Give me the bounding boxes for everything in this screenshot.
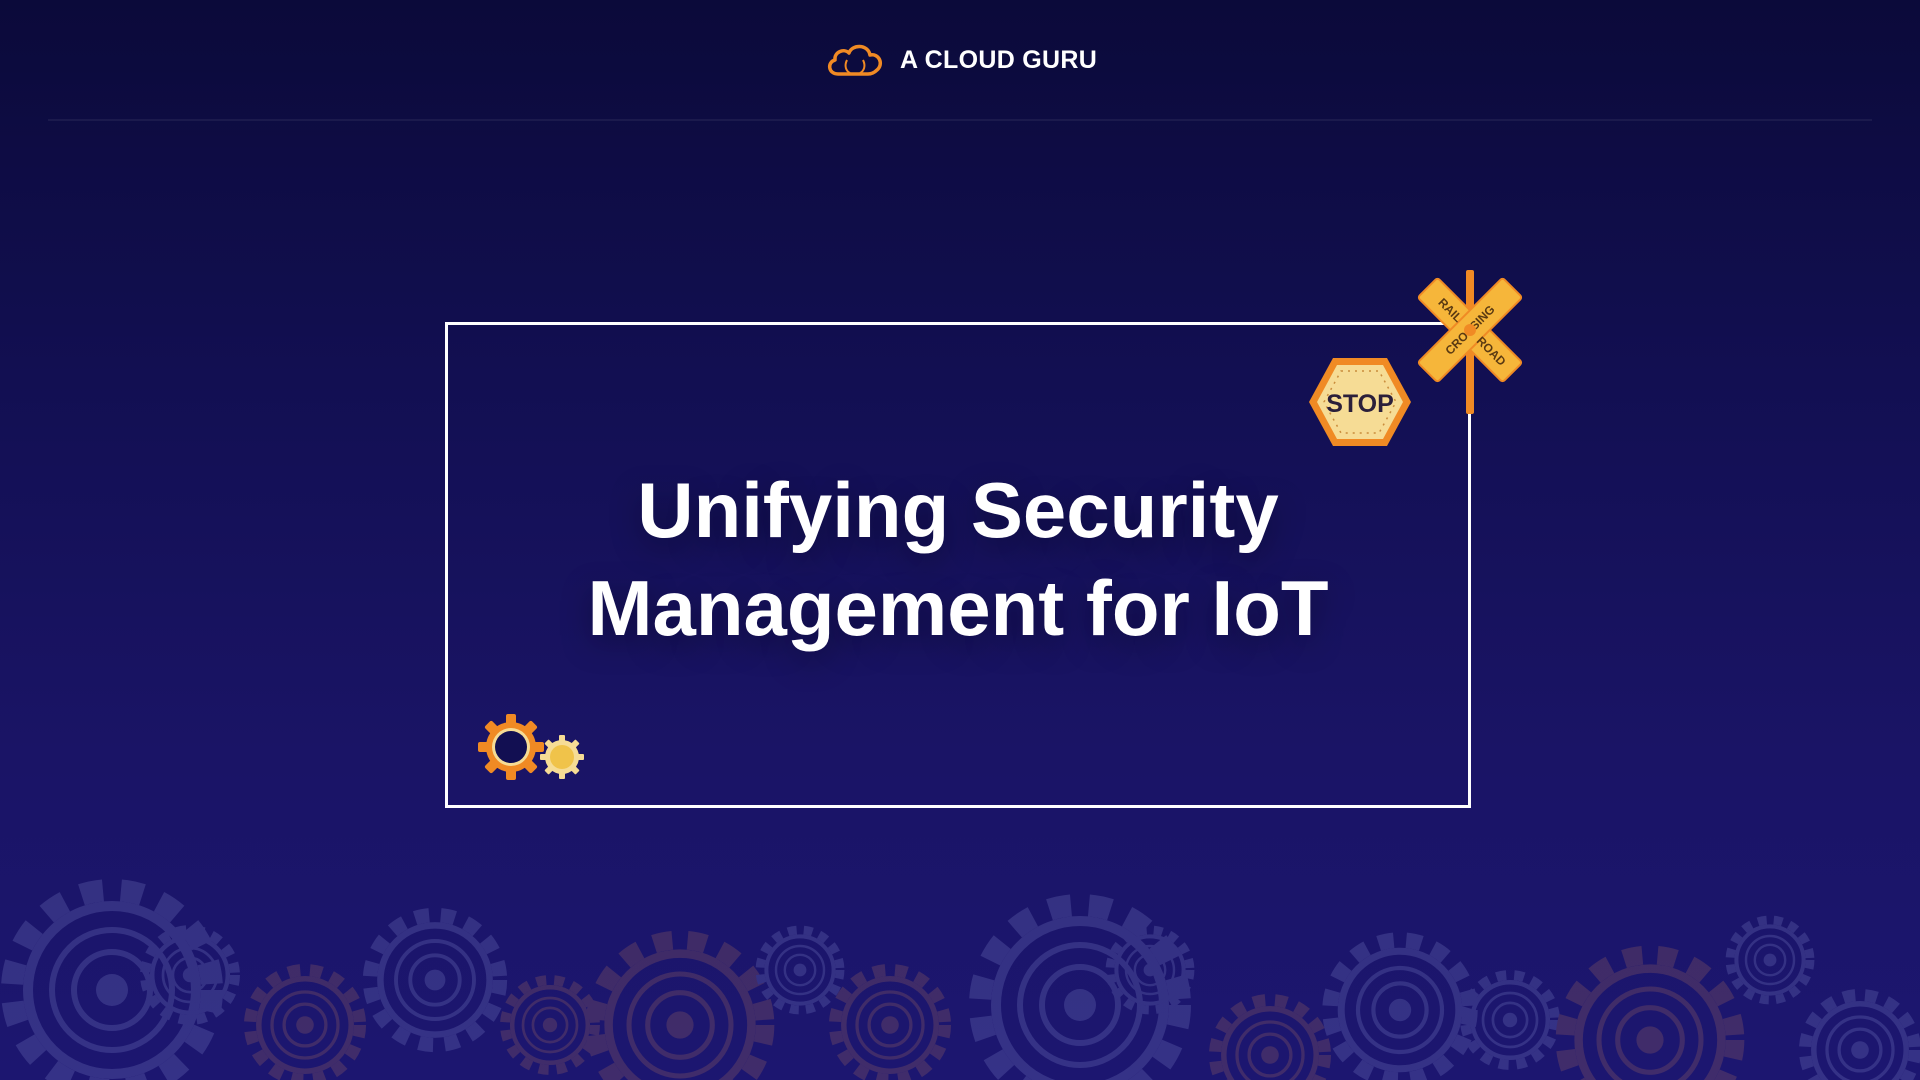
railroad-crossing-icon: RAIL ROAD CROSSING (1417, 270, 1523, 414)
small-gears-icon (478, 714, 584, 780)
slide-title: Unifying Security Management for IoT (448, 461, 1468, 657)
brand-logo[interactable]: A CLOUD GURU (824, 38, 1097, 82)
header-divider (48, 119, 1872, 121)
stop-sign-icon: STOP (1309, 358, 1411, 446)
slide-title-line-1: Unifying Security (637, 466, 1279, 554)
stop-sign-text: STOP (1326, 390, 1394, 418)
background-gears-decoration (0, 860, 1920, 1080)
slide-title-line-2: Management for IoT (587, 564, 1329, 652)
cloud-logo-icon (828, 44, 882, 76)
brand-name: A CLOUD GURU (900, 45, 1098, 74)
header: A CLOUD GURU (0, 0, 1920, 121)
